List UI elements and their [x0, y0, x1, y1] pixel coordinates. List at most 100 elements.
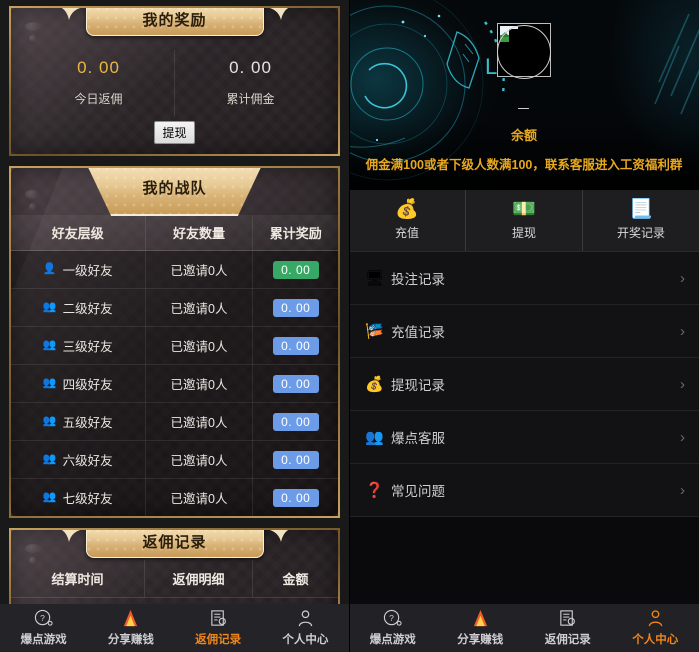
withdraw-row: 提现: [23, 121, 326, 144]
level-label: 五级好友: [62, 416, 113, 430]
menu-item-faq[interactable]: ❓ 常见问题 ›: [349, 464, 699, 517]
svg-text:?: ?: [389, 613, 394, 623]
level-label: 七级好友: [62, 492, 113, 506]
menu-item-customer-service[interactable]: 👥 爆点客服 ›: [349, 411, 699, 464]
level-reward-chip: 0. 00: [272, 412, 319, 431]
svg-text:L: L: [485, 54, 497, 79]
chevron-right-icon: ›: [680, 481, 685, 499]
tab-label: 返佣记录: [195, 634, 242, 646]
level-count: 已邀请0人: [145, 364, 254, 403]
menu-item-recharge-record[interactable]: 🎏 充值记录 ›: [349, 305, 699, 358]
level-label: 一级好友: [62, 264, 113, 278]
tab-profile-left[interactable]: 个人中心: [262, 609, 349, 647]
tab-share-right[interactable]: 分享赚钱: [437, 609, 525, 647]
reward-cell-today: 0. 00 今日返佣: [23, 50, 174, 117]
reward-cells: 0. 00 今日返佣 0. 00 累计佣金: [23, 50, 326, 117]
level-count: 已邀请0人: [145, 288, 254, 327]
menu-item-bet-record[interactable]: 🖥 投注记录 ›: [349, 252, 699, 305]
tab-share-left[interactable]: 分享赚钱: [87, 609, 174, 647]
monitor-icon: 🖥: [365, 269, 385, 287]
level-label: 三级好友: [62, 340, 113, 354]
user-level-icon: 👥: [42, 415, 57, 427]
banner-wing-left: [60, 530, 86, 544]
right-tabbar: ? 爆点游戏 分享赚钱 返佣记录 个人中心: [349, 604, 699, 652]
profile-hero: L 一 余额 佣金满100或者下级人数满100，联系客服进入工资福利群: [349, 0, 699, 190]
user-level-icon: 👥: [42, 301, 57, 313]
left-pane-rebate-page: 我的奖励 0. 00 今日返佣 0. 00 累计佣金 提现 我的战队 好友层级 …: [0, 0, 349, 652]
my-team-card: 我的战队 好友层级 好友数量 累计奖励 👤 一级好友 已邀请0人 0. 00 👥…: [9, 166, 340, 518]
menu-item-label: 充值记录: [391, 325, 445, 340]
level-reward-chip: 0. 00: [272, 298, 319, 317]
level-count: 已邀请0人: [145, 478, 254, 516]
table-row: 👤 一级好友 已邀请0人 0. 00: [11, 250, 338, 289]
menu-item-label: 投注记录: [391, 272, 445, 287]
level-reward-chip: 0. 00: [272, 336, 319, 355]
total-commission-label: 累计佣金: [226, 92, 275, 106]
question-circle-icon: ❓: [365, 481, 384, 499]
today-rebate-value: 0. 00: [77, 58, 120, 77]
tab-game-right[interactable]: ? 爆点游戏: [349, 609, 437, 647]
today-rebate-label: 今日返佣: [74, 92, 123, 106]
team-col-reward: 累计奖励: [252, 215, 338, 251]
tab-rebate-left[interactable]: 返佣记录: [175, 609, 262, 647]
table-row: 👥 六级好友 已邀请0人 0. 00: [11, 440, 338, 479]
svg-text:?: ?: [40, 613, 45, 623]
tab-label: 爆点游戏: [369, 634, 416, 646]
level-reward-chip: 0. 00: [272, 260, 319, 279]
rebate-col-detail: 返佣明细: [145, 560, 253, 597]
question-game-icon: ?: [34, 609, 53, 628]
person-icon: [646, 609, 665, 628]
support-agents-icon: 👥: [365, 428, 384, 446]
tab-label: 个人中心: [632, 634, 679, 646]
quick-action-lottery-record[interactable]: 📃 开奖记录: [582, 190, 699, 251]
rebate-card-title: 返佣记录: [85, 530, 264, 558]
team-card-title: 我的战队: [86, 168, 263, 216]
level-reward-chip: 0. 00: [272, 450, 319, 469]
profile-menu-list: 🖥 投注记录 › 🎏 充值记录 › 💰 提现记录 › 👥 爆点客服 › ❓ 常见…: [349, 252, 699, 517]
rebate-table-header-row: 结算时间 返佣明细 金额: [11, 560, 338, 598]
level-reward-chip: 0. 00: [272, 374, 319, 393]
chevron-right-icon: ›: [680, 322, 685, 340]
quick-action-recharge[interactable]: 💰 充值: [349, 190, 465, 251]
user-level-icon: 👥: [42, 339, 57, 351]
tab-rebate-right[interactable]: 返佣记录: [524, 609, 612, 647]
total-commission-value: 0. 00: [229, 58, 272, 77]
my-reward-card: 我的奖励 0. 00 今日返佣 0. 00 累计佣金 提现: [9, 6, 340, 156]
balance-label: 余额: [510, 128, 537, 143]
level-count: 已邀请0人: [145, 402, 254, 441]
tab-label: 返佣记录: [544, 634, 591, 646]
lottery-record-icon: 📃: [629, 199, 653, 220]
pane-divider: [349, 0, 350, 652]
tab-label: 个人中心: [282, 634, 329, 646]
table-row: 👥 三级好友 已邀请0人 0. 00: [11, 326, 338, 365]
user-level-icon: 👥: [42, 453, 57, 465]
level-label: 四级好友: [62, 378, 113, 392]
withdraw-button[interactable]: 提现: [154, 121, 195, 144]
level-reward-chip: 0. 00: [272, 488, 319, 507]
reward-card-body: 0. 00 今日返佣 0. 00 累计佣金 提现: [11, 38, 338, 154]
table-row: 👥 二级好友 已邀请0人 0. 00: [11, 288, 338, 327]
level-count: 已邀请0人: [145, 250, 254, 289]
team-table-body: 👤 一级好友 已邀请0人 0. 00 👥 二级好友 已邀请0人 0. 00 👥 三级好…: [11, 250, 338, 516]
menu-item-withdraw-record[interactable]: 💰 提现记录 ›: [349, 358, 699, 411]
reward-card-title: 我的奖励: [85, 8, 264, 36]
level-count: 已邀请0人: [145, 440, 254, 479]
tab-profile-right[interactable]: 个人中心: [612, 609, 699, 647]
cash-icon: 💵: [512, 199, 536, 220]
right-pane-profile-page: L 一 余额 佣金满100或者下级人数满100，联系客服进入工资福利群 💰 充值…: [349, 0, 699, 652]
menu-item-label: 提现记录: [391, 378, 445, 393]
rebate-col-amount: 金额: [282, 572, 309, 587]
tab-game-left[interactable]: ? 爆点游戏: [0, 609, 87, 647]
team-table-header-row: 好友层级 好友数量 累计奖励: [11, 215, 338, 251]
left-scroll-area[interactable]: 我的奖励 0. 00 今日返佣 0. 00 累计佣金 提现 我的战队 好友层级 …: [0, 0, 349, 646]
quick-action-label: 提现: [511, 226, 536, 240]
avatar-ring: [497, 25, 551, 79]
menu-item-label: 常见问题: [391, 484, 445, 499]
app-screen: 我的奖励 0. 00 今日返佣 0. 00 累计佣金 提现 我的战队 好友层级 …: [0, 0, 699, 652]
money-pot-icon: 💰: [395, 199, 419, 220]
banner-wing-right: [264, 530, 290, 544]
menu-item-label: 爆点客服: [391, 431, 445, 446]
rebate-col-time: 结算时间: [11, 560, 146, 597]
quick-action-withdraw[interactable]: 💵 提现: [465, 190, 582, 251]
reward-cell-total: 0. 00 累计佣金: [174, 50, 326, 117]
